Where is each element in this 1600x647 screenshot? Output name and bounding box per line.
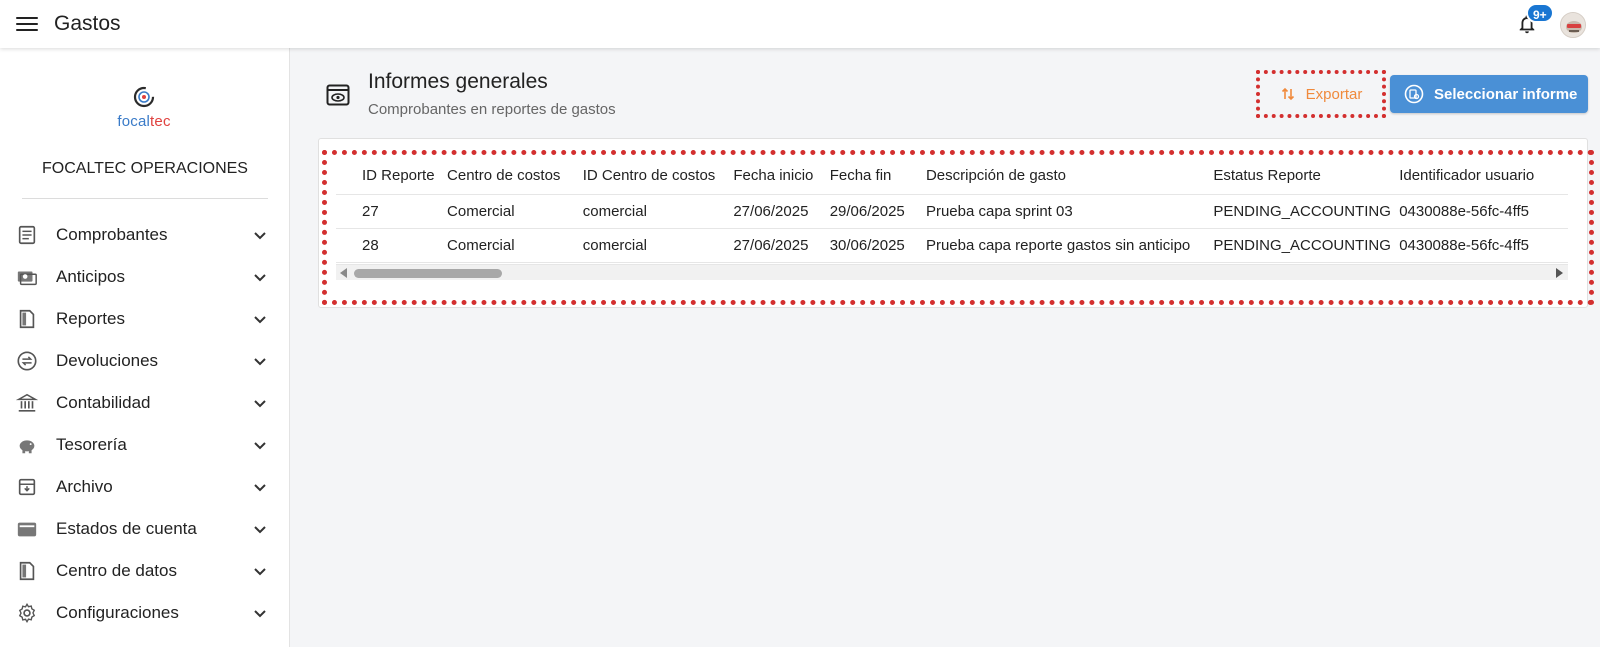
table-cell: 0430088e-56fc-4ff5 <box>1399 194 1568 229</box>
data-file-icon <box>19 561 35 581</box>
report-view-icon <box>326 84 350 106</box>
sidebar-item-label: Contabilidad <box>56 393 151 412</box>
sidebar-item-label: Devoluciones <box>56 351 159 370</box>
table-cell: PENDING_ACCOUNTING <box>1213 228 1400 263</box>
table-cell: 27/06/2025 <box>733 228 830 263</box>
sidebar-item-label: Estados de cuenta <box>56 519 197 538</box>
report-table-scroll-area[interactable]: ID Reporte Centro de costos ID Centro de… <box>336 158 1568 264</box>
column-header-fecha-fin[interactable]: Fecha fin <box>829 158 926 195</box>
table-cell: 0430088e-56fc-4ff5 <box>1399 228 1568 263</box>
logo-text-tec: tec <box>150 113 171 130</box>
table-cell: Comercial <box>447 228 583 263</box>
chevron-down-icon <box>254 610 266 618</box>
column-header-identificador-usuario[interactable]: Identificador usuario <box>1399 158 1568 195</box>
select-report-button[interactable]: Seleccionar informe <box>1390 75 1588 113</box>
menu-icon[interactable] <box>16 14 38 34</box>
column-header-id-centro-de-costos[interactable]: ID Centro de costos <box>582 158 734 195</box>
table-row[interactable]: 27 Comercial comercial 27/06/2025 29/06/… <box>336 194 1568 229</box>
top-app-bar: Gastos 9+ <box>0 0 1600 48</box>
scrollbar-thumb[interactable] <box>354 269 502 278</box>
horizontal-scrollbar[interactable] <box>336 264 1568 280</box>
table-cell: 30/06/2025 <box>829 228 926 263</box>
chevron-down-icon <box>254 526 266 534</box>
report-select-icon <box>1404 84 1424 104</box>
report-table: ID Reporte Centro de costos ID Centro de… <box>336 158 1568 263</box>
table-cell: comercial <box>582 228 734 263</box>
scroll-left-arrow-icon[interactable] <box>340 268 347 278</box>
sidebar-item-label: Comprobantes <box>56 225 168 244</box>
table-header-row: ID Reporte Centro de costos ID Centro de… <box>336 158 1568 195</box>
column-header-id-reporte[interactable]: ID Reporte <box>336 158 448 195</box>
chevron-down-icon <box>254 274 266 282</box>
table-cell: PENDING_ACCOUNTING <box>1213 194 1400 229</box>
scroll-right-arrow-icon[interactable] <box>1556 268 1563 278</box>
export-button[interactable]: Exportar <box>1256 70 1386 118</box>
sidebar: focaltec FOCALTEC OPERACIONES Comprobant… <box>0 48 290 647</box>
table-cell: Prueba capa sprint 03 <box>925 194 1214 229</box>
piggy-bank-icon <box>19 440 35 454</box>
wallet-icon <box>17 522 37 537</box>
sidebar-item-label: Archivo <box>56 477 113 496</box>
select-report-label: Seleccionar informe <box>1434 85 1578 103</box>
logo-text-focal: focal <box>117 113 151 130</box>
chevron-down-icon <box>254 568 266 576</box>
page-title: Informes generales <box>368 70 548 93</box>
table-cell: Prueba capa reporte gastos sin anticipo <box>925 228 1214 263</box>
column-header-fecha-inicio[interactable]: Fecha inicio <box>733 158 830 195</box>
document-list-icon <box>18 225 36 245</box>
sidebar-item-label: Centro de datos <box>56 561 177 580</box>
exchange-icon <box>17 351 37 371</box>
column-header-estatus-reporte[interactable]: Estatus Reporte <box>1213 158 1400 195</box>
sidebar-item-anticipos[interactable]: Anticipos <box>0 256 290 298</box>
org-name: FOCALTEC OPERACIONES <box>42 160 248 177</box>
avatar[interactable] <box>1560 12 1586 38</box>
sort-arrows-icon <box>1281 87 1294 101</box>
table-cell: 28 <box>336 228 448 263</box>
archive-icon <box>18 478 36 496</box>
table-cell: 29/06/2025 <box>829 194 926 229</box>
cash-icon <box>17 271 37 286</box>
sidebar-nav: Comprobantes Anticipos Reportes Devoluci… <box>0 214 290 634</box>
column-header-centro-de-costos[interactable]: Centro de costos <box>447 158 583 195</box>
sidebar-item-tesoreria[interactable]: Tesorería <box>0 424 290 466</box>
chevron-down-icon <box>254 232 266 240</box>
sidebar-item-estados-de-cuenta[interactable]: Estados de cuenta <box>0 508 290 550</box>
sidebar-item-label: Tesorería <box>56 435 127 454</box>
table-cell: Comercial <box>447 194 583 229</box>
sidebar-item-label: Anticipos <box>56 267 125 286</box>
sidebar-item-archivo[interactable]: Archivo <box>0 466 290 508</box>
table-cell: 27/06/2025 <box>733 194 830 229</box>
table-cell: comercial <box>582 194 734 229</box>
report-icon <box>19 309 35 329</box>
focaltec-logo: focaltec <box>108 86 180 136</box>
sidebar-item-comprobantes[interactable]: Comprobantes <box>0 214 290 256</box>
chevron-down-icon <box>254 400 266 408</box>
page-subtitle: Comprobantes en reportes de gastos <box>368 101 616 118</box>
sidebar-item-label: Configuraciones <box>56 603 179 622</box>
sidebar-item-devoluciones[interactable]: Devoluciones <box>0 340 290 382</box>
sidebar-item-configuraciones[interactable]: Configuraciones <box>0 592 290 634</box>
app-title: Gastos <box>54 12 121 35</box>
chevron-down-icon <box>254 442 266 450</box>
sidebar-item-centro-de-datos[interactable]: Centro de datos <box>0 550 290 592</box>
chevron-down-icon <box>254 484 266 492</box>
chevron-down-icon <box>254 316 266 324</box>
sidebar-item-contabilidad[interactable]: Contabilidad <box>0 382 290 424</box>
sidebar-item-label: Reportes <box>56 309 125 328</box>
gear-icon <box>18 602 36 624</box>
table-row[interactable]: 28 Comercial comercial 27/06/2025 30/06/… <box>336 228 1568 263</box>
export-label: Exportar <box>1305 85 1363 103</box>
column-header-descripcion-de-gasto[interactable]: Descripción de gasto <box>925 158 1214 195</box>
chevron-down-icon <box>254 358 266 366</box>
table-cell: 27 <box>336 194 448 229</box>
sidebar-item-reportes[interactable]: Reportes <box>0 298 290 340</box>
bank-icon <box>16 393 38 412</box>
logo-text: focaltec <box>108 113 180 130</box>
sidebar-divider <box>22 198 268 199</box>
focaltec-logo-icon <box>133 86 155 108</box>
notification-badge: 9+ <box>1526 3 1554 23</box>
